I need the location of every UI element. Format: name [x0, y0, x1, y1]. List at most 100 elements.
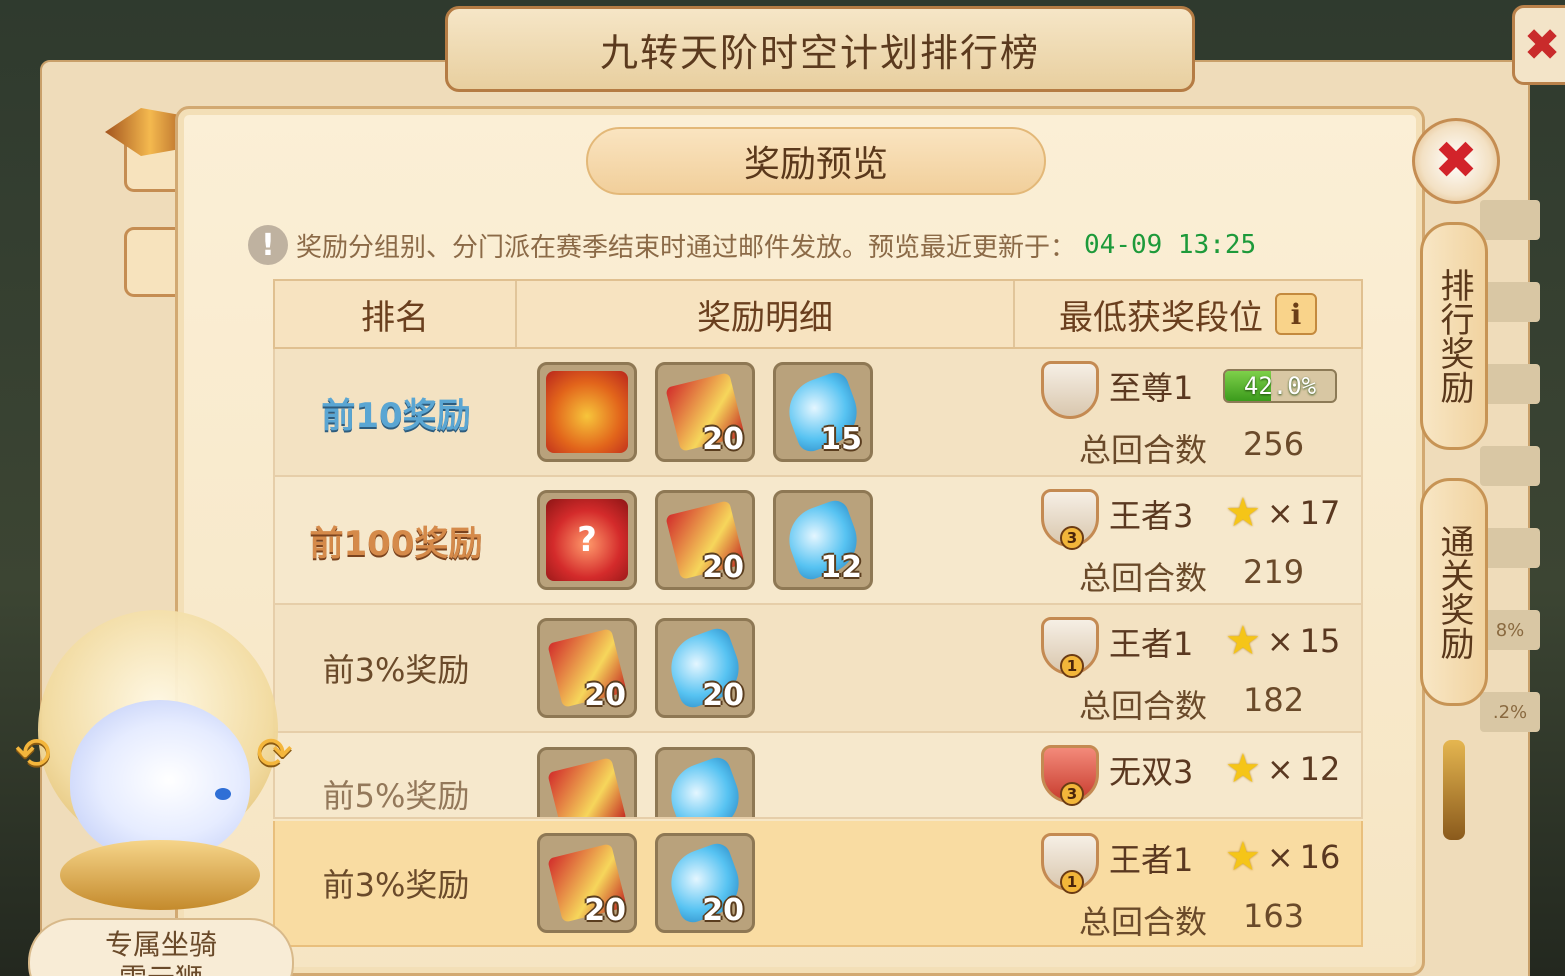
rotate-left-icon[interactable]: ⟲ [14, 728, 51, 779]
rounds-label: 总回合数 [1079, 903, 1208, 941]
rounds: 总回合数 182 [1079, 681, 1304, 727]
mount-label: 专属坐骑 雪云狮 [28, 918, 294, 976]
red-mystery-bag-icon[interactable]: ? [537, 490, 637, 590]
header-rewards: 奖励明细 [517, 281, 1015, 347]
table-row: 前5%奖励 3 无双3 ★ × 12 [273, 733, 1363, 819]
progress-label: 42.0% [1243, 372, 1317, 400]
red-ticket-icon[interactable]: 20 [655, 362, 755, 462]
background-strip-cell [1480, 528, 1540, 568]
tab-rank-rewards[interactable]: 排行奖励 [1420, 222, 1488, 450]
item-count: 20 [702, 422, 744, 457]
star-prefix: × [1266, 838, 1294, 876]
notice-text: 奖励分组别、分门派在赛季结束时通过邮件发放。预览最近更新于： [296, 232, 1077, 263]
star-icon: ★ [1225, 746, 1261, 792]
reward-items: 20 15 [517, 349, 1015, 475]
star-count: 15 [1299, 622, 1341, 660]
star-count: 17 [1299, 494, 1341, 532]
tier-level-badge: 3 [1060, 526, 1084, 550]
rounds-value: 256 [1243, 425, 1305, 463]
star-icon: ★ [1225, 618, 1261, 664]
red-ticket-icon[interactable]: 20 [537, 618, 637, 718]
red-ticket-icon[interactable] [537, 747, 637, 817]
tab-clear-rewards[interactable]: 通关奖励 [1420, 478, 1488, 706]
tier-progress-bar: 42.0% [1223, 369, 1337, 403]
star-icon: ★ [1225, 490, 1261, 536]
reward-items: ? 20 12 [517, 477, 1015, 603]
item-count: 20 [584, 678, 626, 713]
tier-level-badge: 3 [1060, 782, 1084, 806]
reward-items [517, 733, 1015, 817]
item-count: 20 [702, 678, 744, 713]
snow-lion-icon [70, 700, 250, 860]
rank-label: 前3%奖励 [322, 651, 470, 689]
background-strip-cell: .2% [1480, 692, 1540, 732]
red-ticket-icon[interactable]: 20 [537, 833, 637, 933]
blue-feather-icon[interactable]: 20 [655, 618, 755, 718]
star-requirement: ★ × 16 [1225, 837, 1340, 877]
window-title: 九转天阶时空计划排行榜 [599, 30, 1040, 75]
gold-lucky-bag-icon[interactable] [537, 362, 637, 462]
table-header: 排名 奖励明细 最低获奖段位 i [273, 279, 1363, 349]
rounds-label: 总回合数 [1079, 431, 1208, 469]
exclusive-mount-widget[interactable]: ⟲ ⟳ 专属坐骑 雪云狮 [10, 610, 300, 976]
table-row: 前10奖励 20 15 至尊1 42.0% 总回合数 256 [273, 349, 1363, 477]
tier-level-badge: 1 [1060, 870, 1084, 894]
star-requirement: ★ × 15 [1225, 621, 1340, 661]
blue-feather-icon[interactable]: 12 [773, 490, 873, 590]
close-icon: ✖ [1523, 19, 1561, 71]
header-min-tier: 最低获奖段位 i [1015, 281, 1361, 347]
star-prefix: × [1266, 750, 1294, 788]
dialog-close-button[interactable]: ✖ [1412, 118, 1500, 204]
tier-level-badge: 1 [1060, 654, 1084, 678]
star-requirement: ★ × 17 [1225, 493, 1340, 533]
tier-name: 无双3 [1109, 753, 1194, 791]
red-ticket-icon[interactable]: 20 [655, 490, 755, 590]
window-close-button[interactable]: ✖ [1512, 5, 1565, 85]
rank-cell: 前10奖励 [275, 349, 517, 475]
close-icon: ✖ [1434, 131, 1478, 191]
min-tier-cell: 1 王者1 ★ × 16 总回合数 163 [1015, 821, 1361, 945]
item-count: 20 [584, 893, 626, 928]
snow-lion-eye [215, 788, 231, 800]
reward-items: 20 20 [517, 605, 1015, 731]
king-tier-icon: 1 [1041, 617, 1099, 678]
peerless-tier-icon: 3 [1041, 745, 1099, 806]
min-tier-cell: 至尊1 42.0% 总回合数 256 [1015, 349, 1361, 475]
rounds: 总回合数 219 [1079, 553, 1304, 599]
tier-name: 王者3 [1109, 497, 1194, 535]
reward-items: 20 20 [517, 821, 1015, 945]
rotate-right-icon[interactable]: ⟳ [256, 728, 293, 779]
rounds-value: 182 [1243, 681, 1305, 719]
background-strip-cell [1480, 282, 1540, 322]
info-icon[interactable]: i [1275, 293, 1317, 335]
tab-clear-rewards-label: 通关奖励 [1434, 524, 1474, 660]
rank-label: 前5%奖励 [322, 777, 470, 815]
background-strip-cell: 8% [1480, 610, 1540, 650]
tier-name: 王者1 [1109, 841, 1194, 879]
king-tier-icon: 1 [1041, 833, 1099, 894]
rounds-label: 总回合数 [1079, 559, 1208, 597]
blue-feather-icon[interactable]: 15 [773, 362, 873, 462]
rounds-label: 总回合数 [1079, 687, 1208, 725]
min-tier-cell: 3 王者3 ★ × 17 总回合数 219 [1015, 477, 1361, 603]
star-prefix: × [1266, 622, 1294, 660]
star-icon: ★ [1225, 834, 1261, 880]
blue-feather-icon[interactable] [655, 747, 755, 817]
star-count: 16 [1299, 838, 1341, 876]
rank-label: 前3%奖励 [322, 866, 470, 904]
notice-bar: ! 奖励分组别、分门派在赛季结束时通过邮件发放。预览最近更新于： 04-09 1… [248, 225, 1256, 265]
mount-pedestal [60, 840, 260, 910]
rounds-value: 219 [1243, 553, 1305, 591]
mount-label-line1: 专属坐骑 [104, 928, 217, 961]
blue-feather-icon[interactable]: 20 [655, 833, 755, 933]
table-row: 前3%奖励 20 20 1 王者1 ★ × 15 总回合数 182 [273, 605, 1363, 733]
rank-cell: 前3%奖励 [275, 821, 517, 945]
rank-cell: 前3%奖励 [275, 605, 517, 731]
warning-icon: ! [248, 225, 288, 265]
rank-cell: 前100奖励 [275, 477, 517, 603]
dialog-title-plate: 奖励预览 [586, 127, 1046, 195]
star-prefix: × [1266, 494, 1294, 532]
table-row: 前100奖励 ? 20 12 3 王者3 ★ × 17 总回合数 219 [273, 477, 1363, 605]
tier-name: 至尊1 [1109, 369, 1194, 407]
update-time: 04-09 13:25 [1084, 230, 1257, 260]
